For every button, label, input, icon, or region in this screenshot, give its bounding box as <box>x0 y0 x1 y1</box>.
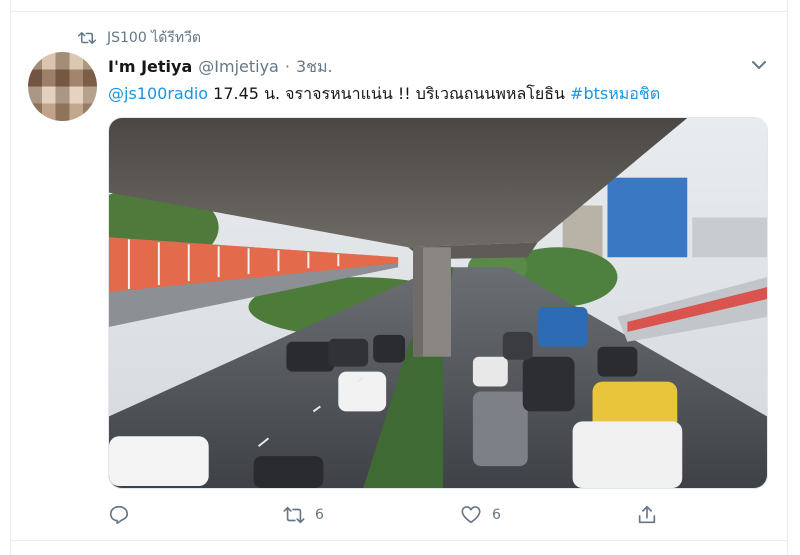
retweet-count: 6 <box>315 507 324 523</box>
chevron-down-icon <box>752 61 766 69</box>
retweet-button[interactable]: 6 <box>283 504 324 526</box>
retweet-icon <box>283 506 305 524</box>
retweet-context[interactable]: JS100 ได้รีทวีต <box>78 28 201 48</box>
like-count: 6 <box>492 507 501 523</box>
like-button[interactable]: 6 <box>460 504 501 526</box>
tweet-body: 17.45 น. จราจรหนาแน่น !! บริเวณถนนพหลโยธ… <box>208 84 571 103</box>
tweet-actions: 6 6 <box>108 500 668 532</box>
retweet-icon <box>78 32 96 44</box>
tweet-photo[interactable] <box>108 117 768 489</box>
reply-icon <box>109 505 129 525</box>
share-icon <box>638 505 656 524</box>
tweet-text: @js100radio 17.45 น. จราจรหนาแน่น !! บริ… <box>108 82 660 106</box>
avatar[interactable] <box>28 52 97 121</box>
divider-bottom <box>10 540 788 541</box>
more-options-button[interactable] <box>748 56 770 74</box>
traffic-photo <box>109 118 767 488</box>
share-button[interactable] <box>636 504 658 526</box>
timestamp[interactable]: 3ชม. <box>296 55 333 80</box>
divider-top <box>10 11 788 12</box>
tweet-header: I'm Jetiya @Imjetiya · 3ชม. <box>108 55 333 77</box>
display-name[interactable]: I'm Jetiya <box>108 57 192 76</box>
heart-icon <box>461 506 481 524</box>
retweet-context-label: JS100 ได้รีทวีต <box>107 30 202 46</box>
handle[interactable]: @Imjetiya <box>198 57 279 76</box>
reply-button[interactable] <box>108 504 130 526</box>
mention-link[interactable]: @js100radio <box>108 84 208 103</box>
separator: · <box>284 57 290 76</box>
hashtag-link[interactable]: #btsหมอชิต <box>570 84 660 103</box>
